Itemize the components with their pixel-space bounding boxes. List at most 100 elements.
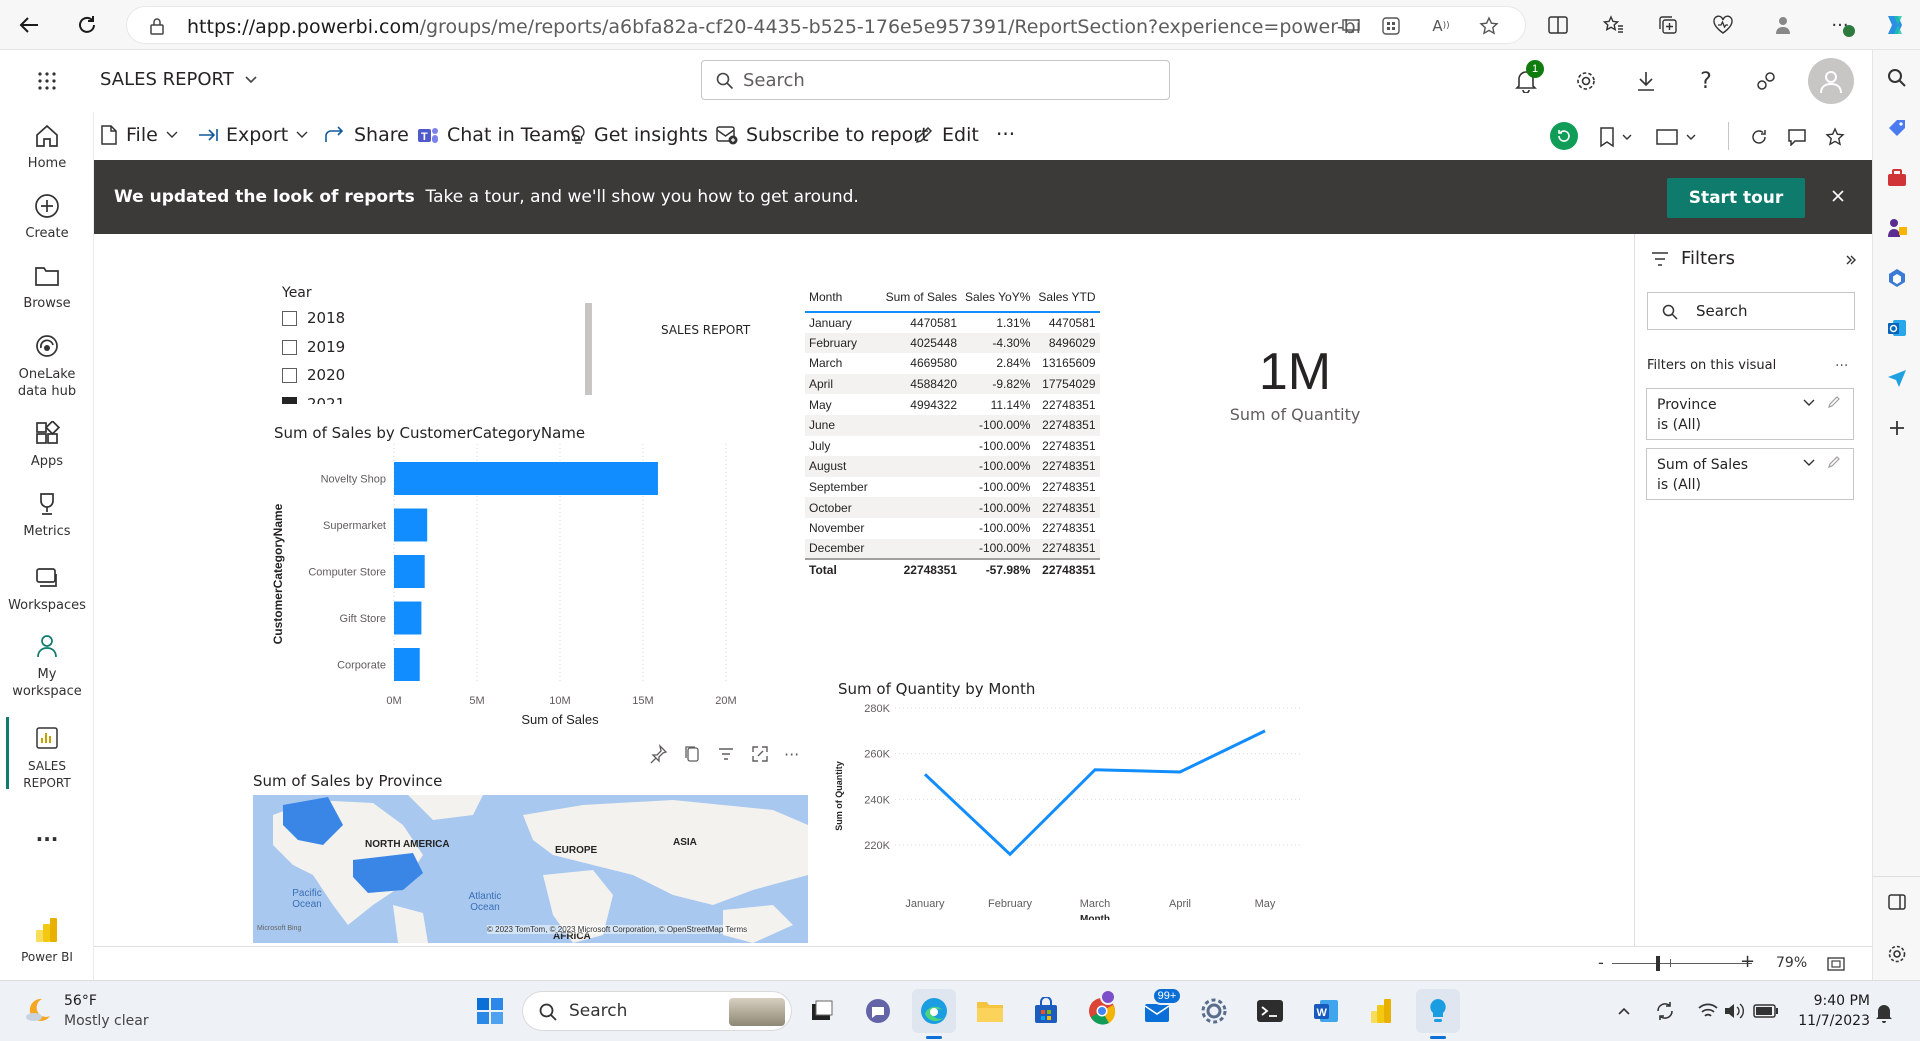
nav-browse[interactable]: Browse xyxy=(0,260,94,311)
zoom-slider-track[interactable] xyxy=(1612,963,1752,964)
checkbox[interactable] xyxy=(282,367,297,383)
zoom-out-button[interactable]: - xyxy=(1598,953,1604,972)
store-icon[interactable] xyxy=(1024,989,1068,1033)
nav-onelake[interactable]: OneLake data hub xyxy=(0,330,94,400)
refresh-icon[interactable] xyxy=(72,10,102,40)
clock-date[interactable]: 11/7/2023 xyxy=(1790,1013,1870,1029)
outlook-icon[interactable] xyxy=(1883,314,1911,342)
sidebar-search-icon[interactable] xyxy=(1883,64,1911,92)
bar-chart-bar[interactable] xyxy=(394,462,658,495)
settings-app-icon[interactable] xyxy=(1192,989,1236,1033)
settings-icon[interactable] xyxy=(1570,65,1602,97)
games-icon[interactable] xyxy=(1883,214,1911,242)
refresh-visuals-icon[interactable] xyxy=(1746,124,1772,150)
app-available-icon[interactable] xyxy=(1339,15,1363,37)
settings-gear-icon[interactable] xyxy=(1883,940,1911,968)
sync-icon[interactable] xyxy=(1652,999,1678,1023)
checkbox[interactable] xyxy=(282,339,297,355)
task-view-icon[interactable] xyxy=(800,989,844,1033)
chat-in-teams-button[interactable]: T Chat in Teams xyxy=(417,124,581,146)
nav-create[interactable]: Create xyxy=(0,190,94,241)
battery-icon[interactable] xyxy=(1752,999,1780,1023)
shopping-tag-icon[interactable] xyxy=(1883,114,1911,142)
clear-filter-icon[interactable] xyxy=(1827,395,1841,409)
collections-icon[interactable] xyxy=(1655,13,1681,37)
table-row[interactable]: July -100.00% 22748351 xyxy=(805,435,1100,457)
line-chart-point[interactable] xyxy=(1262,728,1268,734)
table-row[interactable]: August -100.00% 22748351 xyxy=(805,456,1100,477)
nav-powerbi-brand[interactable]: Power BI xyxy=(0,914,94,964)
bar-chart-bar[interactable] xyxy=(394,648,420,681)
table-row[interactable]: February 4025448 -4.30% 8496029 xyxy=(805,332,1100,354)
column-header[interactable]: Sales YoY% xyxy=(961,282,1034,312)
map-visual[interactable]: NORTH AMERICA EUROPE ASIA Pacific Ocean … xyxy=(253,795,808,943)
line-chart-point[interactable] xyxy=(922,771,928,777)
filter-icon[interactable] xyxy=(716,744,736,764)
nav-apps[interactable]: Apps xyxy=(0,418,94,469)
teams-chat-icon[interactable] xyxy=(856,989,900,1033)
slicer-option-2021[interactable]: 2021 xyxy=(282,395,345,404)
chevron-down-icon[interactable] xyxy=(1803,459,1815,467)
line-chart-visual[interactable]: Sum of Quantity by Month 220K 240K 260K 280… xyxy=(830,680,1310,920)
bar-chart-bar[interactable] xyxy=(394,601,422,635)
edit-button[interactable]: Edit xyxy=(914,124,979,146)
line-chart-point[interactable] xyxy=(1007,851,1013,857)
volume-icon[interactable] xyxy=(1722,999,1746,1023)
wifi-icon[interactable] xyxy=(1696,999,1720,1023)
nav-workspaces[interactable]: Workspaces xyxy=(0,562,94,613)
edge-browser-icon[interactable] xyxy=(912,989,956,1033)
address-bar[interactable]: https://app.powerbi.com/groups/me/report… xyxy=(126,6,1526,44)
weather-moon-icon[interactable] xyxy=(22,993,56,1027)
nav-my-workspace[interactable]: My workspace xyxy=(0,630,94,700)
app-launcher-icon[interactable] xyxy=(32,66,62,96)
share-button[interactable]: Share xyxy=(324,124,409,146)
table-row[interactable]: April 4588420 -9.82% 17754029 xyxy=(805,373,1100,395)
send-icon[interactable] xyxy=(1883,364,1911,392)
filter-card-sum-of-sales[interactable]: Sum of Sales is (All) xyxy=(1646,448,1854,500)
slicer-option-2020[interactable]: 2020 xyxy=(282,366,345,384)
line-chart-point[interactable] xyxy=(1177,769,1183,775)
line-chart-series-line[interactable] xyxy=(923,729,1266,857)
start-tour-button[interactable]: Start tour xyxy=(1667,178,1805,218)
help-icon[interactable]: ? xyxy=(1690,65,1722,97)
map-attribution[interactable]: © 2023 TomTom, © 2023 Microsoft Corporat… xyxy=(487,925,748,934)
column-header[interactable]: Sum of Sales xyxy=(875,282,961,312)
file-menu[interactable]: File xyxy=(100,124,178,146)
search-input[interactable]: Search xyxy=(701,60,1170,100)
bar-chart-bar[interactable] xyxy=(394,555,425,588)
add-sidebar-icon[interactable] xyxy=(1883,414,1911,442)
filter-card-province[interactable]: Province is (All) xyxy=(1646,388,1854,440)
column-header[interactable]: Month xyxy=(805,282,875,312)
hide-sidebar-icon[interactable] xyxy=(1883,888,1911,916)
table-row[interactable]: January 4470581 1.31% 4470581 xyxy=(805,312,1100,333)
get-insights-button[interactable]: Get insights xyxy=(570,124,708,146)
focus-mode-icon[interactable] xyxy=(750,744,770,764)
powerbi-app-icon[interactable] xyxy=(1360,989,1404,1033)
more-options-icon[interactable]: ··· xyxy=(784,745,799,764)
checkbox-checked[interactable] xyxy=(282,396,297,404)
slicer-option-2018[interactable]: 2018 xyxy=(282,309,345,327)
export-menu[interactable]: Export xyxy=(198,124,308,146)
table-row[interactable]: December -100.00% 22748351 xyxy=(805,538,1100,560)
favorite-report-icon[interactable] xyxy=(1822,124,1848,150)
favorites-icon[interactable] xyxy=(1600,13,1626,37)
tools-briefcase-icon[interactable] xyxy=(1883,164,1911,192)
taskbar-search[interactable]: Search xyxy=(522,991,792,1031)
subscribe-button[interactable]: Subscribe to report xyxy=(716,124,929,146)
toolbar-more-button[interactable]: ··· xyxy=(996,122,1015,146)
back-arrow-icon[interactable] xyxy=(14,10,44,40)
word-icon[interactable]: W xyxy=(1304,989,1348,1033)
checkbox[interactable] xyxy=(282,310,297,326)
nav-metrics[interactable]: Metrics xyxy=(0,488,94,539)
bookmark-dropdown[interactable] xyxy=(1594,124,1640,150)
nav-home[interactable]: Home xyxy=(0,120,94,171)
tips-lightbulb-icon[interactable] xyxy=(1416,989,1460,1033)
start-button[interactable] xyxy=(468,989,512,1033)
nav-sales-report[interactable]: SALES REPORT xyxy=(0,722,94,792)
report-title-dropdown[interactable]: SALES REPORT xyxy=(100,69,258,90)
terminal-icon[interactable] xyxy=(1248,989,1292,1033)
reset-icon[interactable] xyxy=(1550,122,1578,150)
clear-filter-icon[interactable] xyxy=(1827,455,1841,469)
copy-visual-icon[interactable] xyxy=(682,744,702,764)
slicer-scrollbar[interactable] xyxy=(585,303,592,395)
